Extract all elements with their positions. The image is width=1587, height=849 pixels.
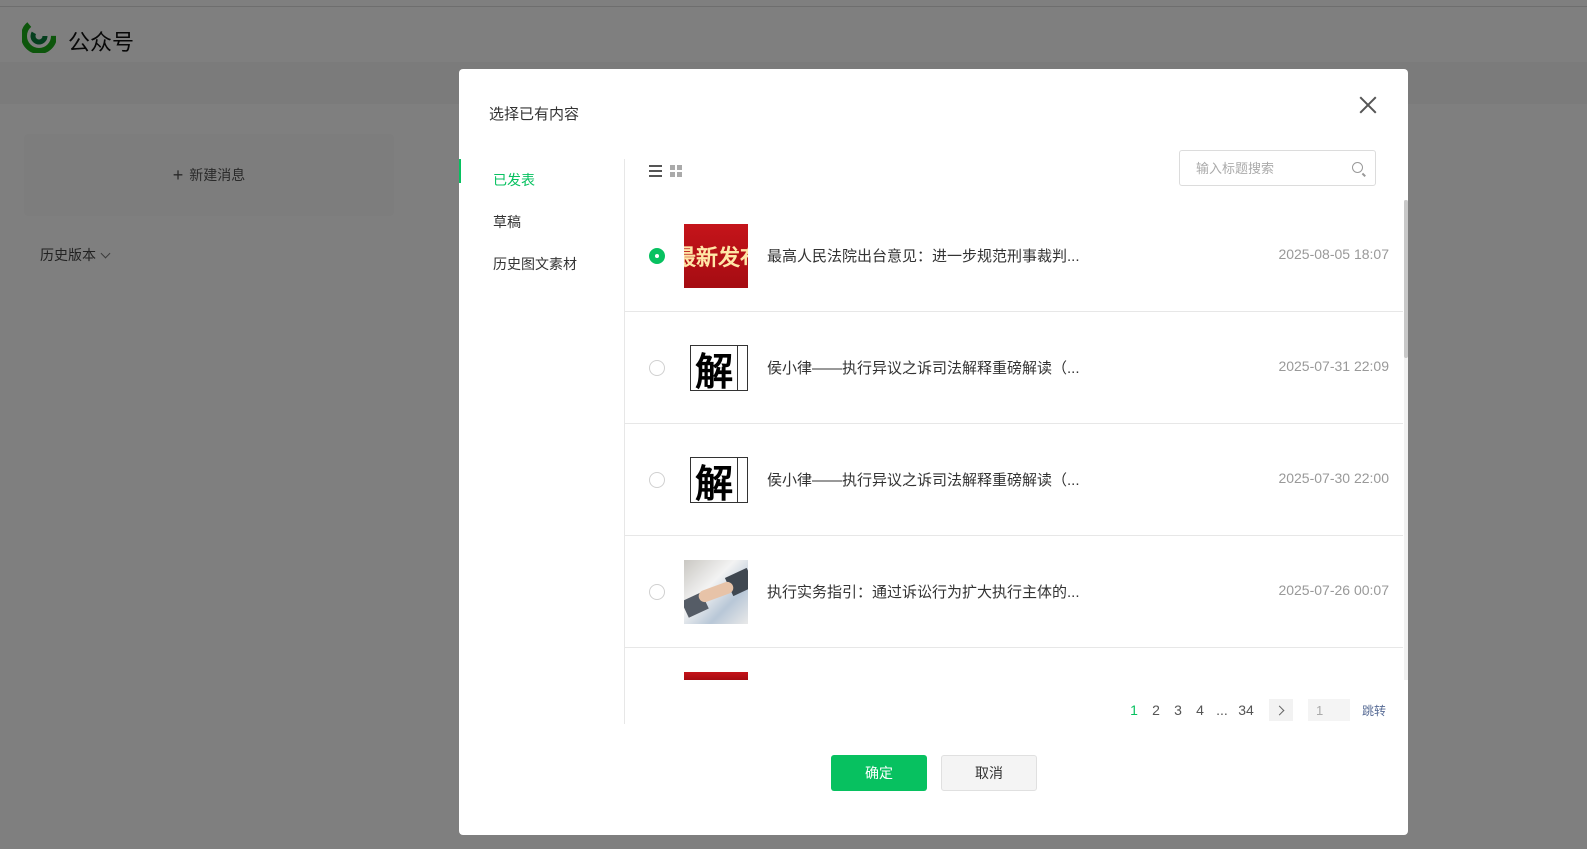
jump-button[interactable]: 跳转 [1362,702,1386,719]
tab-label: 已发表 [493,172,535,188]
thumbnail-text: 最新发布 [684,245,748,270]
tab-drafts[interactable]: 草稿 [459,201,624,243]
select-radio[interactable] [649,248,665,264]
grid-view-icon[interactable] [670,165,682,177]
next-page-icon[interactable] [1269,699,1293,721]
article-title: 侯小律——执行异议之诉司法解释重磅解读（... [767,360,1080,377]
title-search-box [1179,150,1376,186]
page-4[interactable]: 4 [1189,702,1211,718]
confirm-button[interactable]: 确定 [831,755,927,791]
tab-history-materials[interactable]: 历史图文素材 [459,243,624,285]
scrollbar-thumb[interactable] [1404,200,1408,358]
dialog-title: 选择已有内容 [489,106,580,123]
page-3[interactable]: 3 [1167,702,1189,718]
select-radio[interactable] [649,360,665,376]
list-item[interactable]: 解 侯小律——执行异议之诉司法解释重磅解读（... 2025-07-30 22:… [625,424,1403,536]
thumbnail-text: 解 [690,345,739,394]
page-2[interactable]: 2 [1145,702,1167,718]
list-item[interactable]: 解 侯小律——执行异议之诉司法解释重磅解读（... 2025-07-31 22:… [625,312,1403,424]
article-date: 2025-07-26 00:07 [1278,582,1389,598]
list-item[interactable]: 最新发布 最高人民法院出台意见：进一步规范刑事裁判... 2025-08-05 … [625,200,1403,312]
search-icon[interactable] [1352,162,1363,173]
article-thumbnail: 解 [684,448,748,512]
select-content-dialog: 选择已有内容 已发表 草稿 历史图文素材 最新发布 最高人民法院出台意见：进一步… [459,69,1408,835]
list-scrollbar[interactable] [1404,200,1408,680]
article-date: 2025-07-30 22:00 [1278,470,1389,486]
cancel-button[interactable]: 取消 [941,755,1037,791]
article-list: 最新发布 最高人民法院出台意见：进一步规范刑事裁判... 2025-08-05 … [625,200,1403,680]
article-date: 2025-08-05 18:07 [1278,246,1389,262]
list-item[interactable]: 执行实务指引：通过诉讼行为扩大执行主体的... 2025-07-26 00:07 [625,536,1403,648]
close-icon[interactable] [1356,93,1380,117]
article-thumbnail: 最新发布 [684,224,748,288]
article-title: 最高人民法院出台意见：进一步规范刑事裁判... [767,248,1080,265]
view-toggle [649,165,682,177]
tab-label: 草稿 [493,214,521,230]
select-radio[interactable] [649,584,665,600]
list-item[interactable] [625,648,1403,680]
article-date: 2025-07-31 22:09 [1278,358,1389,374]
article-title: 侯小律——执行异议之诉司法解释重磅解读（... [767,472,1080,489]
handshake-thumbnail [684,560,748,624]
page-34[interactable]: 34 [1235,702,1257,718]
tab-published[interactable]: 已发表 [459,159,624,201]
article-title: 执行实务指引：通过诉讼行为扩大执行主体的... [767,584,1080,601]
content-source-nav: 已发表 草稿 历史图文素材 [459,159,624,285]
list-view-icon[interactable] [649,165,662,177]
article-thumbnail: 解 [684,336,748,400]
tab-label: 历史图文素材 [493,256,577,272]
page-jump-input[interactable] [1308,699,1350,721]
pagination: 1 2 3 4 ... 34 跳转 [1123,699,1386,721]
article-thumbnail [684,672,748,680]
page-ellipsis: ... [1216,702,1228,718]
thumbnail-text: 解 [690,457,739,506]
search-input[interactable] [1180,151,1340,185]
page-1[interactable]: 1 [1123,702,1145,718]
select-radio[interactable] [649,472,665,488]
